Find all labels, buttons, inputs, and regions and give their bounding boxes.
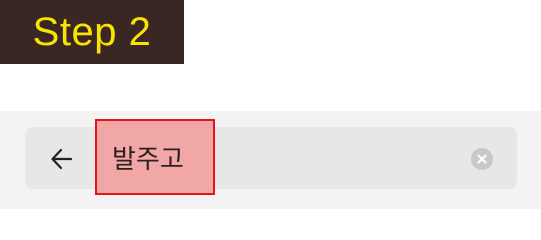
search-bar[interactable]: 발주고: [25, 119, 517, 195]
search-query-text: 발주고: [112, 144, 184, 175]
arrow-left-icon: [51, 148, 73, 170]
clear-circle-icon: [477, 154, 487, 164]
clear-search-button[interactable]: [471, 148, 493, 170]
search-input[interactable]: 발주고: [95, 119, 215, 195]
search-area: 발주고: [0, 111, 541, 209]
step-badge: Step 2: [0, 0, 184, 64]
back-button[interactable]: [45, 142, 79, 176]
